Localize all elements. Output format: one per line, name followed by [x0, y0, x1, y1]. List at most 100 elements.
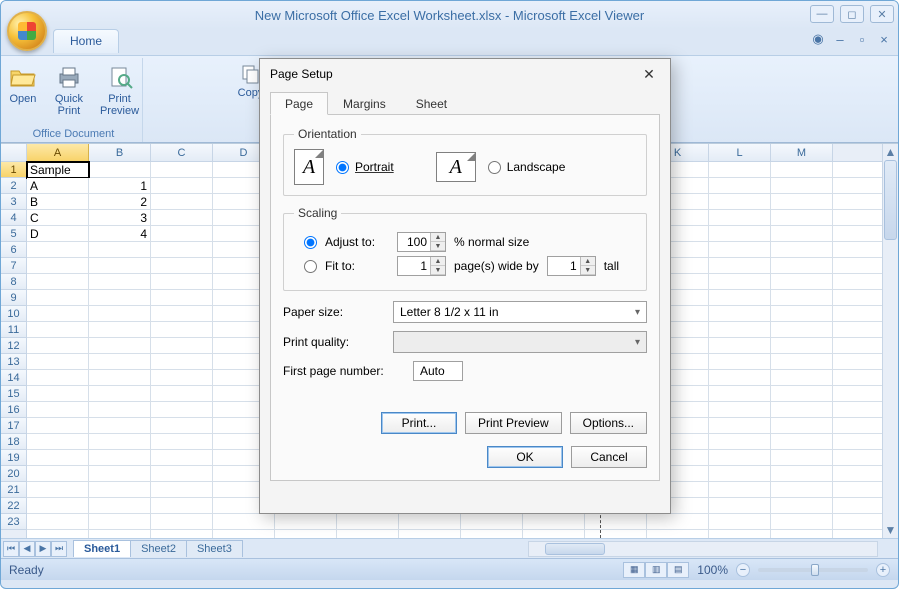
- close-button[interactable]: ✕: [870, 5, 894, 23]
- zoom-percent[interactable]: 100%: [697, 563, 728, 577]
- landscape-label: Landscape: [507, 160, 566, 174]
- help-icon[interactable]: ◉: [810, 31, 826, 47]
- landscape-radio[interactable]: [488, 161, 501, 174]
- sheet-tab-3[interactable]: Sheet3: [186, 540, 243, 557]
- colhdr-M[interactable]: M: [771, 144, 833, 162]
- cell-A3[interactable]: B: [27, 194, 89, 210]
- dialog-titlebar[interactable]: Page Setup ✕: [260, 59, 670, 89]
- open-button[interactable]: Open: [3, 60, 43, 120]
- sheet-first-icon[interactable]: ⏮: [3, 541, 19, 557]
- rowhdr-20[interactable]: 20: [1, 466, 27, 482]
- ribbon-minimize-icon[interactable]: –: [832, 31, 848, 47]
- rowhdr-6[interactable]: 6: [1, 242, 27, 258]
- cell-A1[interactable]: Sample: [27, 162, 89, 178]
- rowhdr-17[interactable]: 17: [1, 418, 27, 434]
- group-label-doc: Office Document: [5, 128, 142, 140]
- rowhdr-11[interactable]: 11: [1, 322, 27, 338]
- rowhdr-14[interactable]: 14: [1, 370, 27, 386]
- adjust-value[interactable]: [398, 235, 430, 249]
- adjust-radio[interactable]: [304, 236, 317, 249]
- portrait-radio[interactable]: [336, 161, 349, 174]
- fit-wide-value[interactable]: [398, 259, 430, 273]
- dialog-title: Page Setup: [270, 67, 333, 81]
- rowhdr-8[interactable]: 8: [1, 274, 27, 290]
- adjust-spinner[interactable]: ▲▼: [397, 232, 446, 252]
- zoom-out-button[interactable]: −: [736, 563, 750, 577]
- first-page-input[interactable]: Auto: [413, 361, 463, 381]
- spin-down-icon[interactable]: ▼: [431, 242, 445, 251]
- cell-B5[interactable]: 4: [89, 226, 151, 242]
- maximize-button[interactable]: ◻: [840, 5, 864, 23]
- rowhdr-16[interactable]: 16: [1, 402, 27, 418]
- normal-size-label: % normal size: [454, 235, 529, 249]
- rowhdr-22[interactable]: 22: [1, 498, 27, 514]
- fit-wide-spinner[interactable]: ▲▼: [397, 256, 446, 276]
- rowhdr-19[interactable]: 19: [1, 450, 27, 466]
- scroll-thumb[interactable]: [884, 160, 897, 240]
- fit-tall-value[interactable]: [548, 259, 580, 273]
- orientation-group: Orientation A Portrait A Landscape: [283, 127, 647, 196]
- print-button[interactable]: Print...: [381, 412, 457, 434]
- print-preview-button-dlg[interactable]: Print Preview: [465, 412, 562, 434]
- scroll-up-icon[interactable]: ▲: [883, 144, 898, 160]
- sheet-last-icon[interactable]: ⏭: [51, 541, 67, 557]
- scroll-down-icon[interactable]: ▼: [883, 522, 898, 538]
- dialog-tab-page[interactable]: Page: [270, 92, 328, 115]
- normal-view-icon[interactable]: ▦: [623, 562, 645, 578]
- rowhdr-1[interactable]: 1: [1, 162, 27, 178]
- cancel-button[interactable]: Cancel: [571, 446, 647, 468]
- cell-B4[interactable]: 3: [89, 210, 151, 226]
- scaling-group: Scaling Adjust to: ▲▼ % normal size Fit …: [283, 206, 647, 291]
- rowhdr-12[interactable]: 12: [1, 338, 27, 354]
- cell-B2[interactable]: 1: [89, 178, 151, 194]
- sheet-prev-icon[interactable]: ◀: [19, 541, 35, 557]
- colhdr-C[interactable]: C: [151, 144, 213, 162]
- dialog-tab-margins[interactable]: Margins: [328, 92, 401, 115]
- cell-B3[interactable]: 2: [89, 194, 151, 210]
- tab-home[interactable]: Home: [53, 29, 119, 53]
- colhdr-B[interactable]: B: [89, 144, 151, 162]
- rowhdr-21[interactable]: 21: [1, 482, 27, 498]
- fit-tall-spinner[interactable]: ▲▼: [547, 256, 596, 276]
- sheet-next-icon[interactable]: ▶: [35, 541, 51, 557]
- page-break-view-icon[interactable]: ▤: [667, 562, 689, 578]
- hscroll-thumb[interactable]: [545, 543, 605, 555]
- rowhdr-23[interactable]: 23: [1, 514, 27, 530]
- office-button[interactable]: [7, 11, 47, 51]
- spin-up-icon[interactable]: ▲: [431, 233, 445, 242]
- colhdr-A[interactable]: A: [27, 144, 89, 162]
- rowhdr-4[interactable]: 4: [1, 210, 27, 226]
- zoom-in-button[interactable]: +: [876, 563, 890, 577]
- cell-A5[interactable]: D: [27, 226, 89, 242]
- rowhdr-5[interactable]: 5: [1, 226, 27, 242]
- quick-print-button[interactable]: Quick Print: [49, 60, 89, 120]
- sheet-tab-1[interactable]: Sheet1: [73, 540, 131, 557]
- rowhdr-15[interactable]: 15: [1, 386, 27, 402]
- ribbon-close-icon[interactable]: ×: [876, 31, 892, 47]
- ok-button[interactable]: OK: [487, 446, 563, 468]
- rowhdr-10[interactable]: 10: [1, 306, 27, 322]
- cell-A4[interactable]: C: [27, 210, 89, 226]
- zoom-slider[interactable]: [758, 568, 868, 572]
- rowhdr-13[interactable]: 13: [1, 354, 27, 370]
- rowhdr-9[interactable]: 9: [1, 290, 27, 306]
- rowhdr-2[interactable]: 2: [1, 178, 27, 194]
- dialog-tab-sheet[interactable]: Sheet: [401, 92, 462, 115]
- fit-radio[interactable]: [304, 260, 317, 273]
- select-all-corner[interactable]: [1, 144, 27, 162]
- sheet-tab-2[interactable]: Sheet2: [130, 540, 187, 557]
- vertical-scrollbar[interactable]: ▲ ▼: [882, 144, 898, 538]
- paper-size-combo[interactable]: Letter 8 1/2 x 11 in ▾: [393, 301, 647, 323]
- rowhdr-3[interactable]: 3: [1, 194, 27, 210]
- options-button[interactable]: Options...: [570, 412, 647, 434]
- minimize-button[interactable]: —: [810, 5, 834, 23]
- rowhdr-7[interactable]: 7: [1, 258, 27, 274]
- colhdr-L[interactable]: L: [709, 144, 771, 162]
- ribbon-restore-icon[interactable]: ▫: [854, 31, 870, 47]
- cell-A2[interactable]: A: [27, 178, 89, 194]
- rowhdr-18[interactable]: 18: [1, 434, 27, 450]
- print-preview-button[interactable]: Print Preview: [95, 60, 144, 120]
- dialog-close-button[interactable]: ✕: [638, 63, 660, 85]
- horizontal-scrollbar[interactable]: [528, 541, 878, 557]
- page-layout-view-icon[interactable]: ▥: [645, 562, 667, 578]
